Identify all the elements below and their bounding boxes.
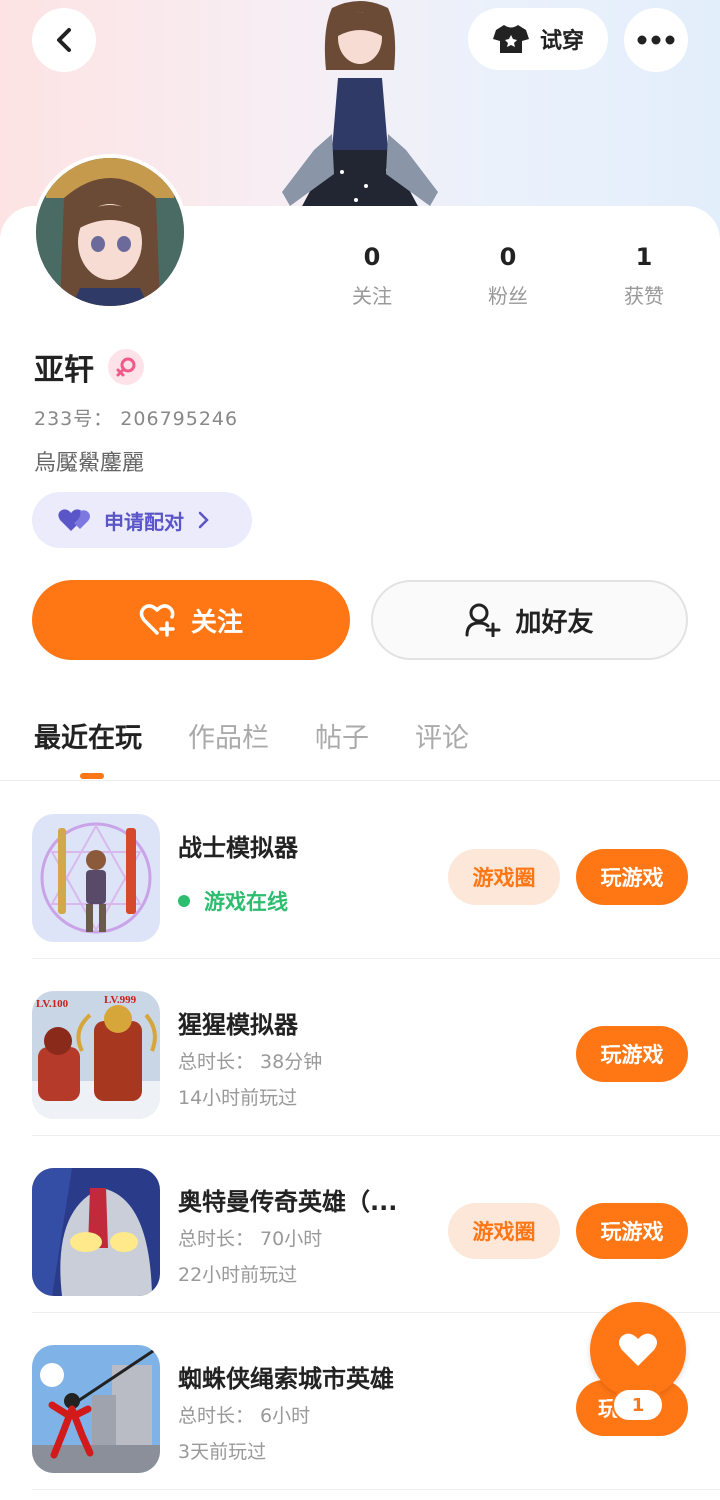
online-status: 游戏在线 bbox=[178, 886, 288, 916]
shirt-icon bbox=[492, 25, 529, 53]
game-last-played: 22小时前玩过 bbox=[178, 1264, 298, 1286]
try-on-button[interactable]: 试穿 bbox=[468, 8, 608, 70]
game-title: 奥特曼传奇英雄（... bbox=[178, 1188, 398, 1216]
avatar-image bbox=[36, 158, 184, 306]
tab-works[interactable]: 作品栏 bbox=[188, 716, 269, 760]
game-icon-gorilla: LV.100 LV.999 bbox=[32, 991, 160, 1119]
game-icon-warrior bbox=[32, 814, 160, 942]
avatar[interactable] bbox=[32, 154, 188, 310]
active-tab-indicator bbox=[80, 773, 104, 779]
play-game-button[interactable]: 玩游戏 bbox=[576, 849, 688, 905]
request-pair-label: 申请配对 bbox=[104, 509, 184, 534]
request-pair-button[interactable]: 申请配对 bbox=[32, 492, 252, 548]
more-button[interactable] bbox=[624, 8, 688, 72]
game-title: 蜘蛛侠绳索城市英雄 bbox=[178, 1365, 394, 1393]
tabs-divider bbox=[0, 780, 720, 781]
heart-plus-icon bbox=[139, 604, 175, 637]
back-button[interactable] bbox=[32, 8, 96, 72]
profile-stats: 0 关注 0 粉丝 1 获赞 bbox=[300, 240, 720, 320]
game-icon-ultraman bbox=[32, 1168, 160, 1296]
follow-label: 关注 bbox=[190, 607, 243, 638]
game-title: 战士模拟器 bbox=[178, 834, 298, 862]
profile-bio: 烏魘鱟鏖麗 bbox=[34, 451, 145, 476]
double-heart-icon bbox=[58, 509, 90, 531]
user-id: 233号： 206795246 bbox=[34, 408, 239, 430]
game-last-played: 14小时前玩过 bbox=[178, 1087, 298, 1109]
online-dot-icon bbox=[178, 895, 190, 907]
stat-following[interactable]: 0 关注 bbox=[312, 240, 432, 309]
level-100-label: LV.100 bbox=[36, 998, 69, 1010]
try-on-label: 试穿 bbox=[539, 29, 584, 54]
stat-following-value: 0 bbox=[363, 243, 381, 271]
stat-fans-value: 0 bbox=[499, 243, 517, 271]
game-icon-spider-rope bbox=[32, 1345, 160, 1473]
play-game-button[interactable]: 玩游戏 bbox=[576, 1203, 688, 1259]
game-title: 猩猩模拟器 bbox=[178, 1011, 298, 1039]
character-figure bbox=[282, 1, 438, 210]
stat-likes-label: 获赞 bbox=[624, 284, 664, 308]
follow-button[interactable]: 关注 bbox=[32, 580, 350, 660]
game-duration: 总时长： 38分钟 bbox=[178, 1051, 323, 1073]
stat-following-label: 关注 bbox=[352, 284, 392, 308]
tab-recently-played[interactable]: 最近在玩 bbox=[34, 716, 142, 760]
stat-fans-label: 粉丝 bbox=[488, 284, 528, 308]
profile-page: 试穿 0 关注 0 粉丝 1 获赞 亚轩 233号： 206795246 烏魘鱟… bbox=[0, 0, 720, 1500]
name-row: 亚轩 bbox=[34, 345, 144, 389]
more-dots-icon bbox=[637, 35, 675, 45]
like-count-badge: 1 bbox=[612, 1388, 664, 1422]
game-row-warrior[interactable]: 战士模拟器 游戏在线 游戏圈 玩游戏 bbox=[0, 782, 720, 959]
chevron-left-icon bbox=[57, 28, 71, 52]
game-row-ultraman[interactable]: 奥特曼传奇英雄（... 总时长： 70小时 22小时前玩过 游戏圈 玩游戏 bbox=[0, 1136, 720, 1313]
stat-fans[interactable]: 0 粉丝 bbox=[448, 240, 568, 309]
online-status-label: 游戏在线 bbox=[204, 890, 288, 914]
profile-tabs: 最近在玩 作品栏 帖子 评论 bbox=[34, 716, 515, 760]
play-game-button[interactable]: 玩游戏 bbox=[576, 1026, 688, 1082]
like-button[interactable] bbox=[590, 1302, 686, 1398]
game-last-played: 3天前玩过 bbox=[178, 1441, 267, 1463]
game-duration: 总时长： 6小时 bbox=[178, 1405, 311, 1427]
stat-likes-value: 1 bbox=[635, 243, 653, 271]
chevron-right-icon bbox=[198, 511, 209, 529]
game-row-gorilla[interactable]: LV.100 LV.999 猩猩模拟器 总时长： 38分钟 14小时前玩过 玩游… bbox=[0, 959, 720, 1136]
game-duration: 总时长： 70小时 bbox=[178, 1228, 323, 1250]
add-friend-button[interactable]: 加好友 bbox=[371, 580, 688, 660]
add-user-icon bbox=[465, 603, 501, 637]
row-divider bbox=[32, 1489, 720, 1490]
female-icon bbox=[108, 349, 144, 385]
heart-icon bbox=[619, 1333, 657, 1366]
tab-comments[interactable]: 评论 bbox=[415, 716, 469, 760]
tab-posts[interactable]: 帖子 bbox=[315, 716, 369, 760]
game-circle-button[interactable]: 游戏圈 bbox=[448, 849, 560, 905]
add-friend-label: 加好友 bbox=[515, 607, 594, 638]
level-999-label: LV.999 bbox=[104, 994, 137, 1006]
game-circle-button[interactable]: 游戏圈 bbox=[448, 1203, 560, 1259]
stat-likes[interactable]: 1 获赞 bbox=[584, 240, 704, 309]
profile-name: 亚轩 bbox=[34, 353, 94, 388]
